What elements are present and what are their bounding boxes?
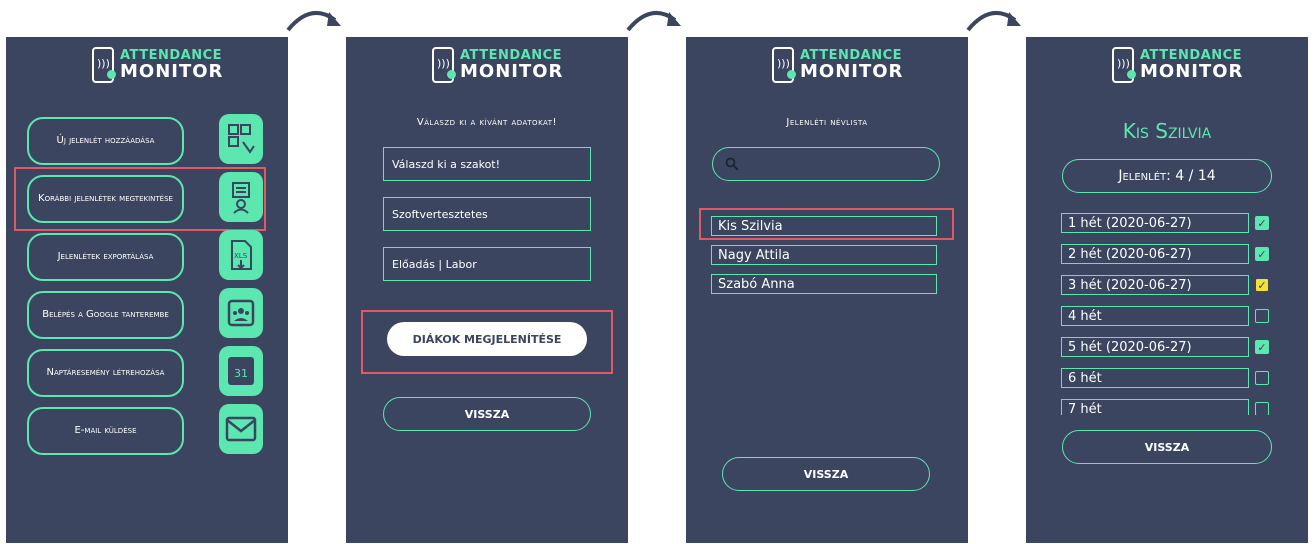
logo-line2: MONITOR — [800, 61, 904, 82]
logo-line2: MONITOR — [460, 61, 564, 82]
week-row: 3 hét (2020-06-27) — [1061, 275, 1249, 295]
app-logo: ))) ATTENDANCE MONITOR — [686, 47, 968, 87]
menu-label: Jelenlétek exportálása — [57, 251, 154, 262]
search-input[interactable] — [712, 147, 940, 181]
subject-select[interactable]: Szoftvertesztetes — [383, 197, 591, 231]
phone-logo-icon: ))) — [432, 47, 456, 83]
google-classroom-icon[interactable] — [219, 288, 263, 338]
export-xls-icon[interactable]: XLS — [219, 230, 263, 280]
calendar-day: 31 — [228, 357, 254, 385]
flow-arrow-icon — [626, 10, 681, 32]
student-name-heading: Kis Szilvia — [1122, 119, 1212, 143]
screen-select-data: ))) ATTENDANCE MONITOR Válaszd ki a kívá… — [346, 37, 628, 543]
envelope-icon[interactable] — [219, 404, 263, 454]
week-list[interactable]: 1 hét (2020-06-27) ✓ 2 hét (2020-06-27) … — [1026, 207, 1308, 415]
menu-label: E-mail küldése — [74, 425, 137, 436]
menu-google-classroom-button[interactable]: Belépés a Google tanterembe — [27, 291, 184, 339]
phone-logo-icon: ))) — [92, 47, 116, 83]
phone-logo-icon: ))) — [1112, 47, 1136, 83]
menu-label: Naptáresemény létrehozása — [46, 367, 165, 378]
back-button[interactable]: VISSZA — [1062, 430, 1272, 464]
logo-line2: MONITOR — [1140, 61, 1244, 82]
back-button[interactable]: VISSZA — [722, 457, 930, 491]
flow-arrow-icon — [286, 10, 341, 32]
week-row: 7 hét — [1061, 399, 1249, 415]
week-checkbox[interactable] — [1255, 309, 1269, 323]
qr-scan-icon[interactable] — [219, 114, 263, 164]
highlight-frame — [14, 167, 266, 231]
menu-new-attendance-button[interactable]: Új jelenlét hozzáadása — [27, 117, 184, 165]
screen-name-list: ))) ATTENDANCE MONITOR Jelenléti névlist… — [686, 37, 968, 543]
svg-text:XLS: XLS — [234, 252, 248, 260]
show-students-button[interactable]: DIÁKOK MEGJELENÍTÉSE — [387, 322, 587, 356]
week-row: 2 hét (2020-06-27) — [1061, 244, 1249, 264]
week-checkbox[interactable] — [1255, 402, 1269, 415]
class-type-select[interactable]: Előadás | Labor — [383, 247, 591, 281]
week-row: 5 hét (2020-06-27) — [1061, 337, 1249, 357]
attendance-count-badge: Jelenlét: 4 / 14 — [1062, 159, 1272, 193]
week-checkbox[interactable]: ✓ — [1255, 216, 1269, 230]
screen-caption: Válaszd ki a kívánt adatokat! — [416, 117, 558, 128]
menu-label: Belépés a Google tanterembe — [42, 309, 169, 320]
app-logo: ))) ATTENDANCE MONITOR — [6, 47, 288, 87]
calendar-icon[interactable]: 31 — [219, 346, 263, 396]
menu-send-email-button[interactable]: E-mail küldése — [27, 407, 184, 455]
flow-arrow-icon — [966, 10, 1021, 32]
logo-line2: MONITOR — [120, 61, 224, 82]
name-list-item[interactable]: Szabó Anna — [711, 274, 937, 294]
app-logo: ))) ATTENDANCE MONITOR — [1026, 47, 1308, 87]
search-icon — [725, 157, 739, 171]
week-checkbox[interactable]: ✓ — [1255, 247, 1269, 261]
menu-label: Új jelenlét hozzáadása — [56, 135, 155, 146]
phone-logo-icon: ))) — [772, 47, 796, 83]
week-row: 1 hét (2020-06-27) — [1061, 213, 1249, 233]
program-select[interactable]: Válaszd ki a szakot! — [383, 147, 591, 181]
name-list-item[interactable]: Nagy Attila — [711, 245, 937, 265]
week-checkbox[interactable]: ✓ — [1255, 278, 1269, 292]
week-row: 4 hét — [1061, 306, 1249, 326]
menu-export-button[interactable]: Jelenlétek exportálása — [27, 233, 184, 281]
screen-main-menu: ))) ATTENDANCE MONITOR Új jelenlét hozzá… — [6, 37, 288, 543]
back-button[interactable]: VISSZA — [383, 397, 591, 431]
week-checkbox[interactable] — [1255, 371, 1269, 385]
menu-calendar-event-button[interactable]: Naptáresemény létrehozása — [27, 349, 184, 397]
screen-caption: Jelenléti névlista — [786, 117, 868, 128]
week-checkbox[interactable]: ✓ — [1255, 340, 1269, 354]
name-list-item[interactable]: Kis Szilvia — [711, 216, 937, 236]
app-logo: ))) ATTENDANCE MONITOR — [346, 47, 628, 87]
screen-student-attendance: ))) ATTENDANCE MONITOR Kis Szilvia Jelen… — [1026, 37, 1308, 543]
week-row: 6 hét — [1061, 368, 1249, 388]
